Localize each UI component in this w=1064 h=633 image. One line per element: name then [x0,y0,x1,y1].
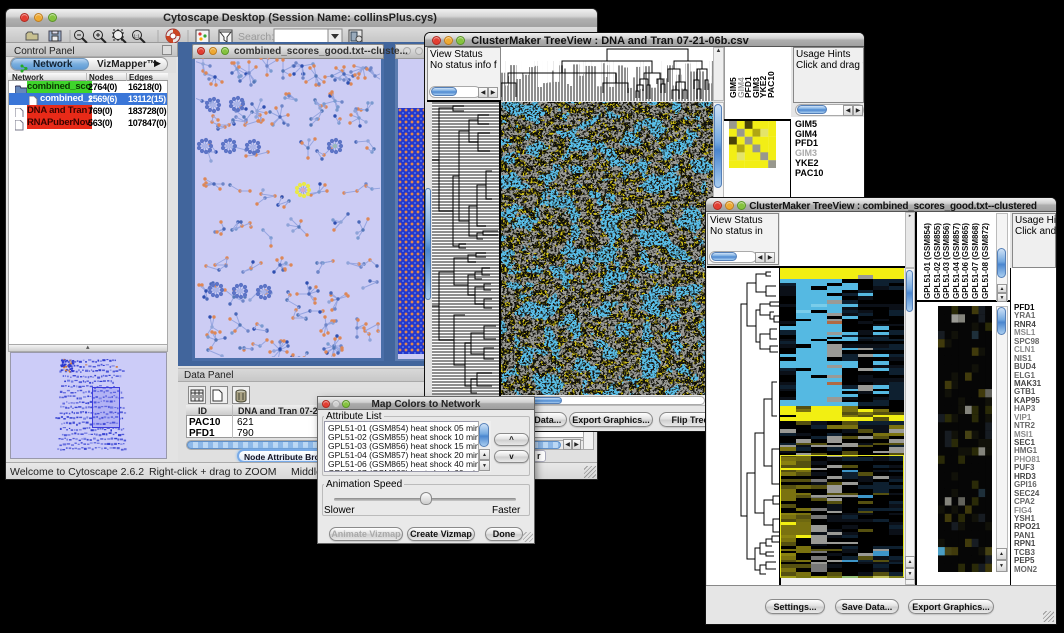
svg-text:1:1: 1:1 [134,34,141,39]
